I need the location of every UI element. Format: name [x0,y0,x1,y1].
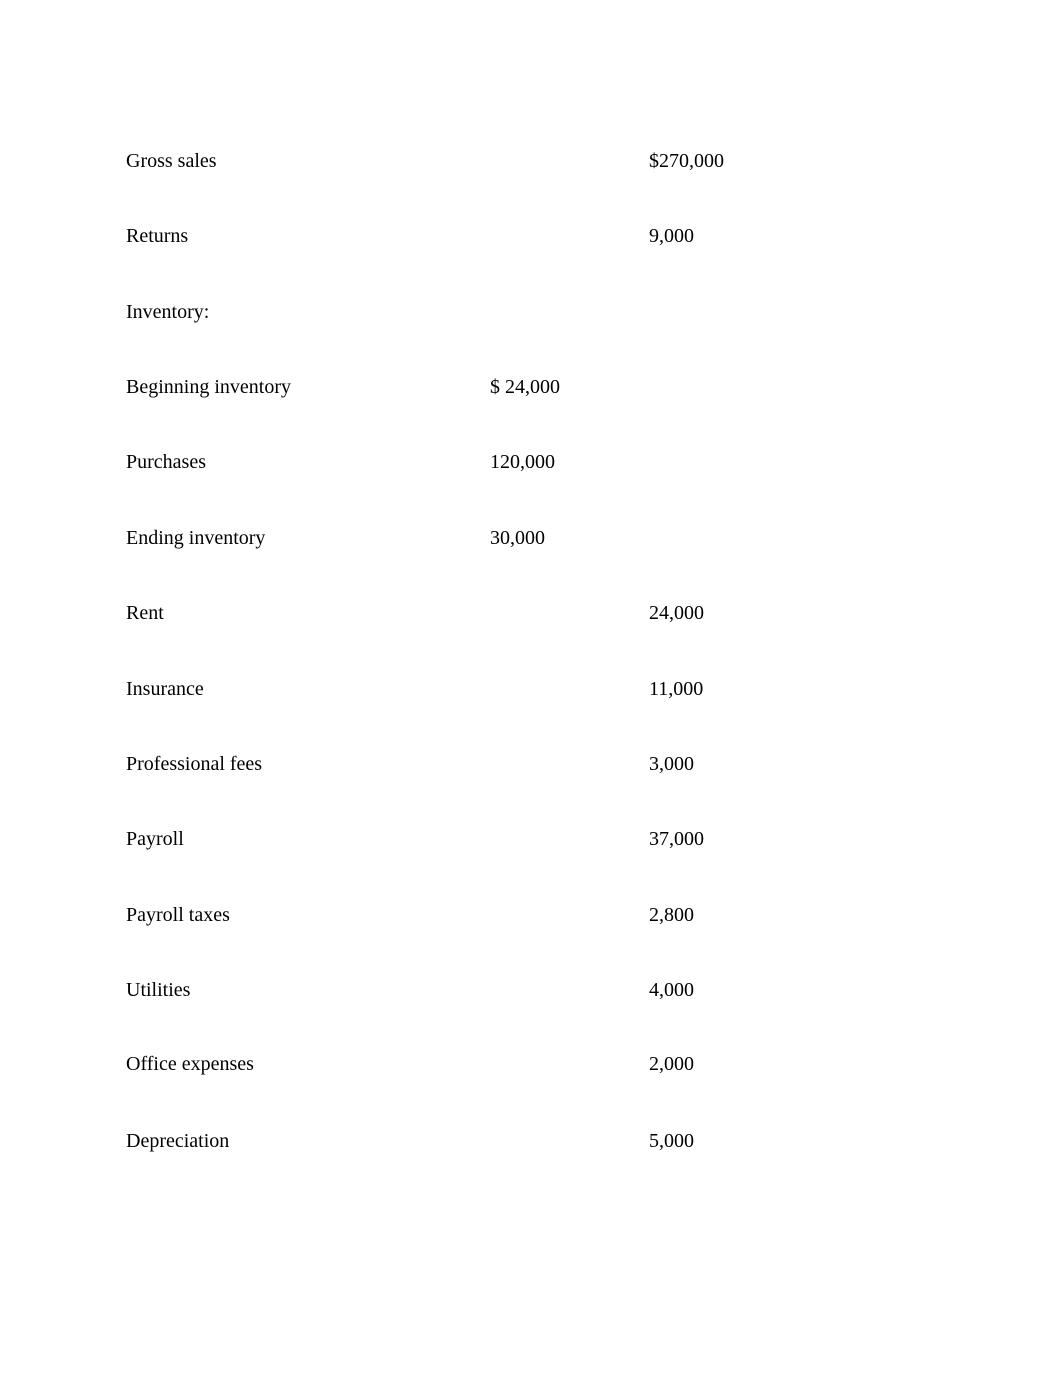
line-item-beginning-inventory: Beginning inventory $ 24,000 [126,373,926,401]
line-item-amount: 2,000 [649,1053,694,1075]
line-item-inventory-heading: Inventory: [126,298,926,326]
line-item-label: Office expenses [126,1053,254,1075]
line-item-subtotal: $ 24,000 [490,376,560,398]
line-item-office-expenses: Office expenses 2,000 [126,1050,926,1078]
line-item-label: Payroll taxes [126,904,230,926]
line-item-subtotal: 120,000 [490,451,555,473]
line-item-depreciation: Depreciation 5,000 [126,1127,926,1155]
line-item-label: Beginning inventory [126,376,291,398]
line-item-gross-sales: Gross sales $270,000 [126,147,926,175]
line-item-label: Returns [126,225,189,247]
line-item-label: Gross sales [126,150,217,172]
line-item-payroll: Payroll 37,000 [126,825,926,853]
line-item-professional-fees: Professional fees 3,000 [126,750,926,778]
section-heading: Inventory: [126,301,210,323]
line-item-label: Professional fees [126,753,263,775]
line-item-subtotal: 30,000 [490,527,545,549]
line-item-amount: 24,000 [649,602,704,624]
line-item-amount: 4,000 [649,979,694,1001]
line-item-amount: 9,000 [649,225,694,247]
line-item-ending-inventory: Ending inventory 30,000 [126,524,926,552]
line-item-amount: 11,000 [649,678,704,700]
line-item-label: Purchases [126,451,206,473]
line-item-label: Rent [126,602,164,624]
line-item-amount: 5,000 [649,1130,694,1152]
document-page: Gross sales $270,000 Returns 9,000 Inven… [0,0,1062,1377]
line-item-amount: 37,000 [649,828,704,850]
line-item-purchases: Purchases 120,000 [126,448,926,476]
line-item-amount: 3,000 [649,753,694,775]
line-item-returns: Returns 9,000 [126,222,926,250]
line-item-payroll-taxes: Payroll taxes 2,800 [126,901,926,929]
line-item-insurance: Insurance 11,000 [126,675,926,703]
line-item-label: Utilities [126,979,191,1001]
line-item-label: Depreciation [126,1130,230,1152]
line-item-utilities: Utilities 4,000 [126,976,926,1004]
line-item-label: Payroll [126,828,184,850]
line-item-label: Insurance [126,678,204,700]
line-item-amount: $270,000 [649,150,724,172]
line-item-amount: 2,800 [649,904,694,926]
line-item-label: Ending inventory [126,527,266,549]
line-item-rent: Rent 24,000 [126,599,926,627]
